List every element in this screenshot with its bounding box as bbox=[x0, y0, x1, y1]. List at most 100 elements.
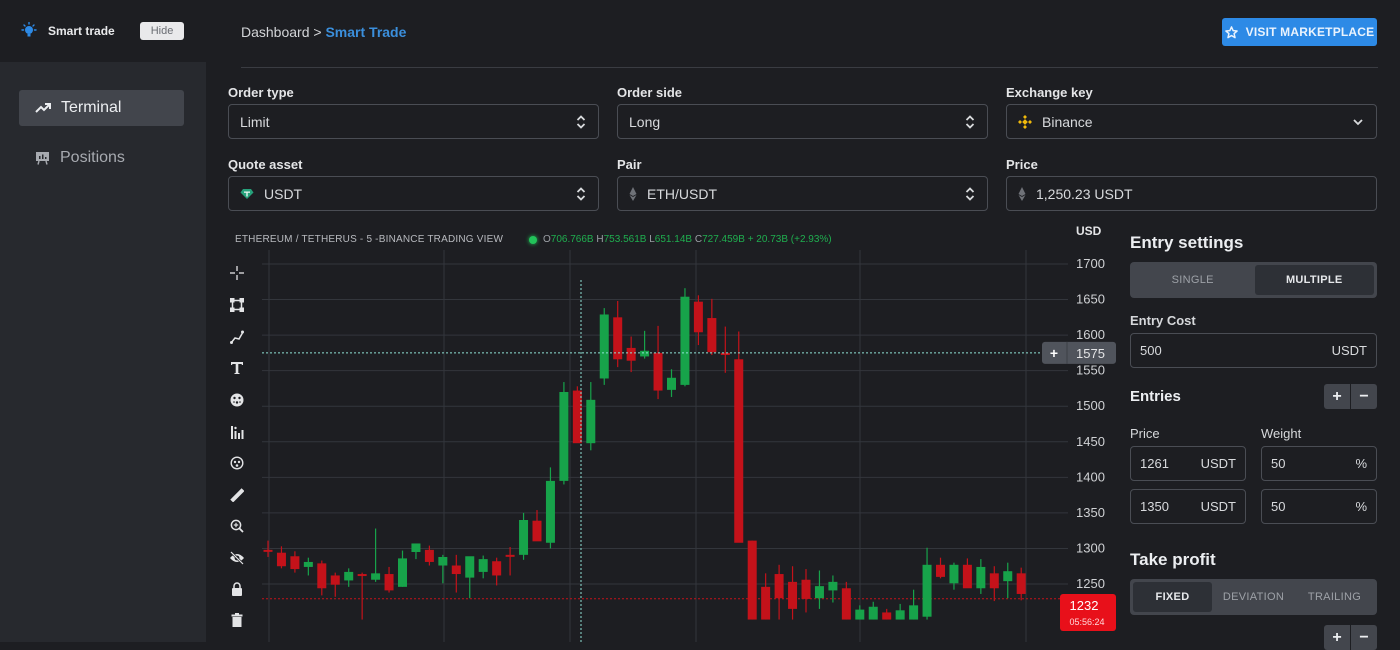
candle-body bbox=[344, 571, 354, 581]
candle-body bbox=[317, 563, 327, 589]
visit-marketplace-button[interactable]: VISIT MARKETPLACE bbox=[1222, 18, 1377, 46]
remove-entry-button[interactable]: − bbox=[1351, 384, 1377, 409]
candle-body bbox=[949, 564, 959, 584]
entry-weight-unit: % bbox=[1355, 456, 1367, 471]
add-entry-button[interactable]: + bbox=[1324, 384, 1350, 409]
crosshair-price-label: 1575 bbox=[1076, 346, 1105, 361]
entry-1-price-input[interactable]: 1261 USDT bbox=[1130, 446, 1246, 481]
candle-body bbox=[734, 359, 744, 543]
candle-body bbox=[384, 574, 394, 591]
sort-updown-icon bbox=[965, 187, 975, 201]
candle-body bbox=[653, 352, 663, 391]
y-axis-currency-label: USD bbox=[1076, 224, 1102, 238]
candle-body bbox=[599, 314, 609, 379]
candle-body bbox=[667, 377, 676, 390]
y-tick-label: 1600 bbox=[1076, 327, 1105, 342]
brand: Smart trade bbox=[20, 22, 115, 40]
sort-updown-icon bbox=[965, 115, 975, 129]
hide-sidebar-button[interactable]: Hide bbox=[140, 22, 184, 40]
entry-weight-value: 50 bbox=[1271, 456, 1286, 471]
candle-body bbox=[936, 564, 945, 577]
candle-body bbox=[478, 559, 488, 572]
order-side-select[interactable]: Long bbox=[617, 104, 988, 139]
sort-updown-icon bbox=[576, 115, 586, 129]
entry-price-header: Price bbox=[1130, 426, 1160, 441]
candle-body bbox=[747, 540, 757, 620]
candle-body bbox=[868, 606, 878, 620]
breadcrumb-root[interactable]: Dashboard bbox=[241, 24, 310, 40]
take-profit-mode-fixed[interactable]: FIXED bbox=[1133, 582, 1212, 612]
lock-icon[interactable] bbox=[229, 581, 245, 597]
y-tick-label: 1350 bbox=[1076, 505, 1105, 520]
face-icon[interactable] bbox=[229, 455, 245, 471]
take-profit-add-remove: + − bbox=[1324, 625, 1377, 650]
sidebar-item-positions[interactable]: Positions bbox=[19, 140, 184, 176]
entry-settings-title: Entry settings bbox=[1130, 233, 1244, 252]
exchange-key-select[interactable]: Binance bbox=[1006, 104, 1377, 139]
price-input[interactable]: 1,250.23 USDT bbox=[1006, 176, 1377, 211]
ethereum-icon bbox=[1018, 186, 1026, 201]
ohlc-values: O706.766B H753.561B L651.14B C727.459B +… bbox=[543, 234, 832, 245]
order-side-value: Long bbox=[629, 113, 661, 130]
candle-body bbox=[976, 566, 986, 589]
candle-body bbox=[1016, 573, 1026, 594]
quote-asset-select[interactable]: USDT bbox=[228, 176, 599, 211]
candle-body bbox=[424, 549, 434, 562]
entry-price-unit: USDT bbox=[1200, 456, 1236, 471]
candle-body bbox=[626, 347, 636, 361]
crosshair-icon[interactable] bbox=[229, 265, 245, 281]
candlestick-chart[interactable]: 1700 1650 1600 1550 1500 1450 1400 1350 1300 1250… bbox=[252, 250, 1122, 642]
text-icon[interactable] bbox=[229, 360, 245, 376]
sort-updown-icon bbox=[576, 187, 586, 201]
candle-body bbox=[855, 609, 865, 620]
breadcrumb-separator: > bbox=[313, 24, 322, 40]
sidebar-item-label: Positions bbox=[60, 149, 125, 166]
exchange-key-label: Exchange key bbox=[1006, 85, 1093, 100]
y-tick-label: 1500 bbox=[1076, 398, 1105, 413]
candle-body bbox=[788, 581, 798, 609]
entries-add-remove: + − bbox=[1324, 384, 1377, 409]
presentation-board-icon bbox=[36, 152, 49, 165]
hide-icon[interactable] bbox=[229, 550, 245, 566]
candle-body bbox=[276, 552, 286, 567]
chart-title: ETHEREUM / TETHERUS - 5 -BINANCE TRADING… bbox=[235, 234, 504, 245]
pattern-icon[interactable] bbox=[229, 297, 245, 313]
take-profit-mode-toggle: FIXED DEVIATION TRAILING bbox=[1130, 579, 1377, 615]
candle-body bbox=[263, 549, 273, 552]
y-tick-label: 1450 bbox=[1076, 434, 1105, 449]
candle-body bbox=[801, 579, 811, 599]
trendline-icon[interactable] bbox=[229, 329, 245, 345]
sidebar-item-terminal[interactable]: Terminal bbox=[19, 90, 184, 126]
candle-body bbox=[559, 392, 569, 481]
candle-body bbox=[707, 318, 717, 353]
indicators-icon[interactable] bbox=[229, 424, 245, 440]
entry-mode-multiple[interactable]: MULTIPLE bbox=[1254, 265, 1374, 295]
candle-body bbox=[895, 610, 905, 620]
take-profit-mode-trailing[interactable]: TRAILING bbox=[1295, 582, 1374, 612]
star-icon bbox=[1224, 25, 1238, 38]
candle-body bbox=[290, 556, 300, 570]
order-type-select[interactable]: Limit bbox=[228, 104, 599, 139]
take-profit-title: Take profit bbox=[1130, 550, 1216, 569]
entry-cost-input[interactable]: 500 USDT bbox=[1130, 333, 1377, 368]
emoji-icon[interactable] bbox=[229, 392, 245, 408]
app-name: Smart trade bbox=[48, 24, 115, 38]
trash-icon[interactable] bbox=[229, 612, 245, 628]
add-take-profit-button[interactable]: + bbox=[1324, 625, 1350, 650]
candle-countdown-label: 05:56:24 bbox=[1069, 617, 1104, 627]
take-profit-mode-deviation[interactable]: DEVIATION bbox=[1214, 582, 1293, 612]
ruler-icon[interactable] bbox=[229, 487, 245, 503]
zoom-in-icon[interactable] bbox=[229, 518, 245, 534]
y-tick-label: 1300 bbox=[1076, 540, 1105, 555]
entry-2-weight-input[interactable]: 50 % bbox=[1261, 489, 1377, 524]
remove-take-profit-button[interactable]: − bbox=[1351, 625, 1377, 650]
entry-2-price-input[interactable]: 1350 USDT bbox=[1130, 489, 1246, 524]
entry-cost-label: Entry Cost bbox=[1130, 313, 1196, 328]
entry-1-weight-input[interactable]: 50 % bbox=[1261, 446, 1377, 481]
candle-body bbox=[532, 520, 542, 542]
entry-mode-single[interactable]: SINGLE bbox=[1133, 265, 1253, 295]
add-alert-plus-icon[interactable]: + bbox=[1050, 345, 1058, 361]
chevron-down-icon bbox=[1353, 119, 1363, 126]
entry-price-value: 1350 bbox=[1140, 499, 1169, 514]
pair-select[interactable]: ETH/USDT bbox=[617, 176, 988, 211]
